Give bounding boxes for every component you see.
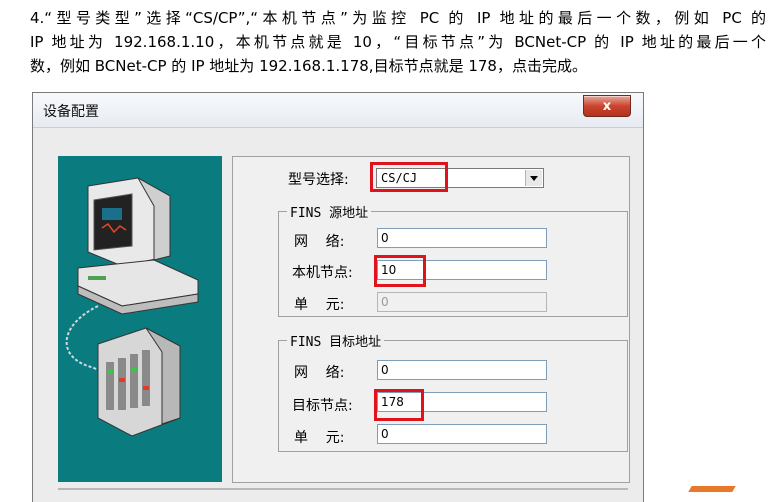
dialog-separator — [58, 488, 628, 490]
local-node-highlight-box — [374, 255, 426, 287]
local-node-label: 本机节点: — [292, 265, 353, 281]
target-node-label: 目标节点: — [292, 398, 353, 414]
instruction-line-2: IP 地址为 192.168.1.10，本机节点就是 10，“目标节点”为 BC… — [30, 33, 766, 51]
network-illustration — [58, 156, 222, 482]
source-unit-input: 0 — [377, 292, 547, 312]
dialog-titlebar[interactable]: 设备配置 x — [33, 93, 643, 128]
target-unit-input[interactable]: 0 — [377, 424, 547, 444]
source-network-input[interactable]: 0 — [377, 228, 547, 248]
model-select-label: 型号选择: — [288, 172, 349, 188]
chevron-down-icon[interactable] — [525, 170, 542, 186]
instruction-text: 4.“型号类型”选择“CS/CP”,“本机节点”为监控 PC 的 IP 地址的最… — [30, 6, 766, 78]
instruction-line-3: 数，例如 BCNet-CP 的 IP 地址为 192.168.1.178,目标节… — [30, 57, 587, 75]
fins-source-legend: FINS 源地址 — [287, 202, 372, 221]
target-network-input[interactable]: 0 — [377, 360, 547, 380]
dialog-title: 设备配置 — [43, 104, 99, 120]
fins-target-legend: FINS 目标地址 — [287, 331, 385, 350]
instruction-line-1: 4.“型号类型”选择“CS/CP”,“本机节点”为监控 PC 的 IP 地址的最… — [30, 9, 766, 27]
target-node-highlight-box — [374, 389, 424, 421]
source-network-label: 网 络: — [294, 234, 345, 250]
close-button[interactable]: x — [583, 95, 631, 117]
illustration-svg — [65, 176, 199, 437]
close-icon: x — [602, 98, 612, 114]
computer-icon — [77, 176, 199, 315]
source-unit-label: 单 元: — [294, 297, 345, 313]
annotation-arrow — [688, 486, 736, 492]
target-unit-label: 单 元: — [294, 430, 345, 446]
target-network-label: 网 络: — [294, 365, 345, 381]
plc-device-icon — [97, 327, 181, 437]
model-highlight-box — [370, 162, 448, 192]
